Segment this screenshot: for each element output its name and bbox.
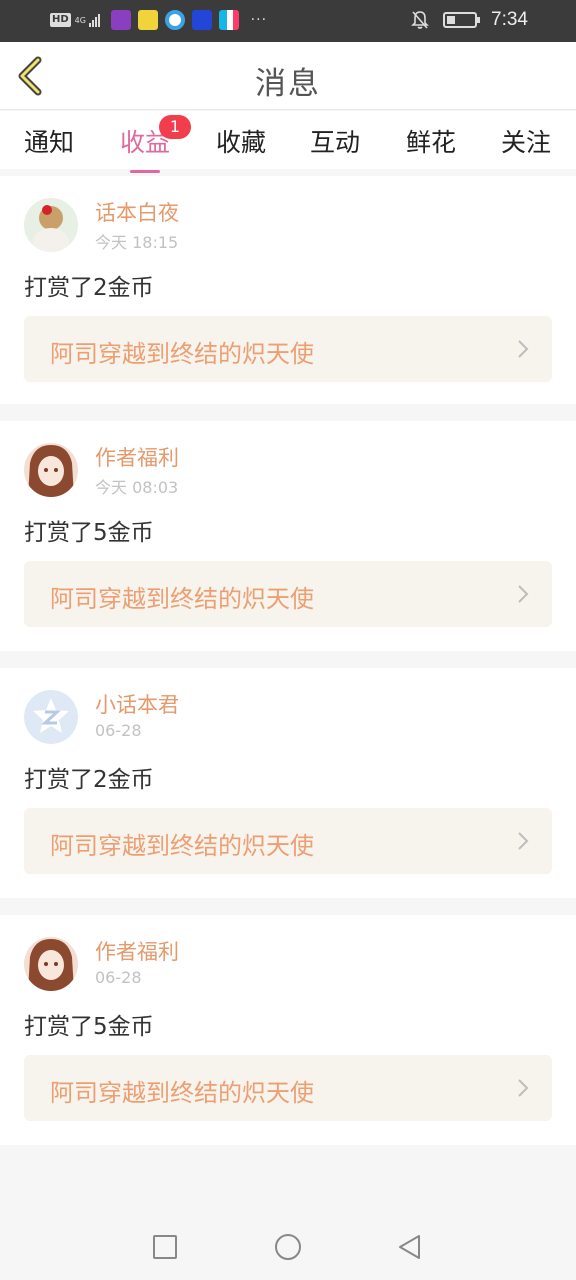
- app-icon-blue: [164, 10, 185, 30]
- tab-flowers[interactable]: 鲜花: [391, 123, 471, 159]
- app-icon-video: [218, 10, 239, 30]
- network-type: 4G: [74, 15, 86, 25]
- work-title: 阿司穿越到终结的炽天使: [50, 832, 314, 860]
- tab-notifications[interactable]: 通知: [9, 123, 89, 159]
- avatar[interactable]: [24, 443, 78, 497]
- circle-icon[interactable]: [274, 1233, 302, 1261]
- work-title: 阿司穿越到终结的炽天使: [50, 340, 314, 368]
- chevron-right-icon: [518, 340, 529, 358]
- app-header: 消息: [0, 42, 576, 110]
- status-bar: HD 4G ··· 7:34: [0, 0, 576, 42]
- message-card: 作者福利 06-28 打赏了5金币 阿司穿越到终结的炽天使: [0, 915, 576, 1145]
- chevron-right-icon: [518, 1079, 529, 1097]
- app-icon-purple: [110, 10, 131, 30]
- avatar[interactable]: [24, 937, 78, 991]
- message-card: 作者福利 今天 08:03 打赏了5金币 阿司穿越到终结的炽天使: [0, 421, 576, 651]
- active-tab-indicator: [130, 170, 160, 173]
- timestamp: 06-28: [95, 968, 142, 987]
- username[interactable]: 话本白夜: [95, 197, 179, 227]
- work-link[interactable]: 阿司穿越到终结的炽天使: [24, 316, 552, 382]
- message-text: 打赏了2金币: [24, 767, 154, 793]
- tab-label: 通知: [23, 128, 74, 157]
- app-icon-yellow: [137, 10, 158, 30]
- page-title: 消息: [255, 66, 321, 102]
- work-title: 阿司穿越到终结的炽天使: [50, 1079, 314, 1107]
- work-title: 阿司穿越到终结的炽天使: [50, 585, 314, 613]
- message-card: 小话本君 06-28 打赏了2金币 阿司穿越到终结的炽天使: [0, 668, 576, 898]
- timestamp: 今天 18:15: [95, 233, 179, 252]
- avatar[interactable]: [24, 690, 78, 744]
- more-notifications-icon: ···: [250, 12, 268, 28]
- tab-interactions[interactable]: 互动: [295, 123, 375, 159]
- app-icon-flash: [191, 10, 212, 30]
- tab-bar: 通知 收益 1 收藏 互动 鲜花 关注: [0, 111, 576, 173]
- system-nav-bar: [0, 1213, 576, 1280]
- back-triangle-icon[interactable]: [396, 1233, 424, 1261]
- tab-earnings[interactable]: 收益 1: [105, 115, 191, 173]
- username[interactable]: 作者福利: [95, 936, 179, 966]
- clock: 7:34: [491, 9, 528, 30]
- timestamp: 06-28: [95, 721, 142, 740]
- work-link[interactable]: 阿司穿越到终结的炽天使: [24, 808, 552, 874]
- tab-label: 互动: [309, 128, 360, 157]
- username[interactable]: 作者福利: [95, 442, 179, 472]
- unread-badge: 1: [159, 115, 191, 139]
- message-text: 打赏了5金币: [24, 520, 154, 546]
- battery-icon: [443, 12, 481, 28]
- tab-label: 鲜花: [405, 128, 456, 157]
- square-icon[interactable]: [151, 1233, 179, 1261]
- tab-following[interactable]: 关注: [486, 123, 566, 159]
- bell-off-icon: [411, 11, 429, 29]
- signal-icon: [88, 13, 100, 27]
- message-text: 打赏了2金币: [24, 275, 154, 301]
- tab-favorites[interactable]: 收藏: [201, 123, 281, 159]
- chevron-right-icon: [518, 832, 529, 850]
- work-link[interactable]: 阿司穿越到终结的炽天使: [24, 1055, 552, 1121]
- message-text: 打赏了5金币: [24, 1014, 154, 1040]
- username[interactable]: 小话本君: [95, 689, 179, 719]
- chevron-right-icon: [518, 585, 529, 603]
- message-card: 话本白夜 今天 18:15 打赏了2金币 阿司穿越到终结的炽天使: [0, 176, 576, 404]
- avatar[interactable]: [24, 198, 78, 252]
- hd-indicator: HD: [50, 13, 71, 27]
- tab-label: 关注: [500, 128, 551, 157]
- work-link[interactable]: 阿司穿越到终结的炽天使: [24, 561, 552, 627]
- tab-label: 收藏: [215, 128, 266, 157]
- timestamp: 今天 08:03: [95, 478, 179, 497]
